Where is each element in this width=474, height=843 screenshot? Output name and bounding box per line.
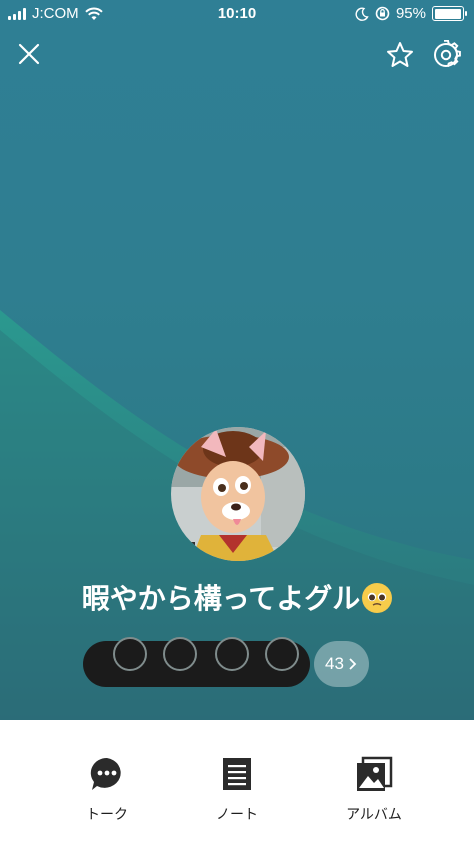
tab-talk-label: トーク [86, 807, 128, 823]
status-bar: J:COM 10:10 95% [0, 0, 474, 28]
tab-note[interactable]: ノート [177, 754, 297, 824]
group-avatar[interactable] [171, 427, 305, 561]
note-icon [223, 758, 251, 790]
gear-icon[interactable] [431, 40, 461, 70]
member-count: 43 [325, 654, 344, 673]
battery-percent: 95% [395, 5, 426, 22]
avatar-image [171, 427, 305, 561]
group-name-text: 暇やから構ってよグル [81, 582, 361, 615]
member-avatars-redacted[interactable] [83, 637, 310, 687]
member-avatar [265, 637, 299, 671]
tab-album-label: アルバム [346, 807, 402, 823]
member-avatar [163, 637, 197, 671]
rotation-lock-icon [375, 6, 390, 21]
tab-note-label: ノート [216, 807, 258, 823]
pleading-face-emoji [362, 583, 393, 613]
star-icon[interactable] [385, 40, 415, 70]
close-icon[interactable] [15, 40, 43, 68]
bottom-tab-bar: トーク ノート アルバム [0, 720, 474, 843]
chevron-right-icon [349, 658, 357, 670]
battery-icon [432, 6, 467, 21]
tab-album[interactable]: アルバム [314, 754, 434, 824]
member-count-button[interactable]: 43 [314, 641, 369, 687]
album-icon [357, 756, 393, 791]
profile-hero: J:COM 10:10 95% 暇やから構ってよグル 43 [0, 0, 474, 720]
member-avatar [113, 637, 147, 671]
chat-bubble-icon [90, 757, 121, 790]
moon-icon [355, 7, 369, 21]
status-right: 95% [355, 5, 467, 22]
member-avatar [215, 637, 249, 671]
group-name: 暇やから構ってよグル [0, 577, 474, 617]
tab-talk[interactable]: トーク [47, 754, 167, 824]
